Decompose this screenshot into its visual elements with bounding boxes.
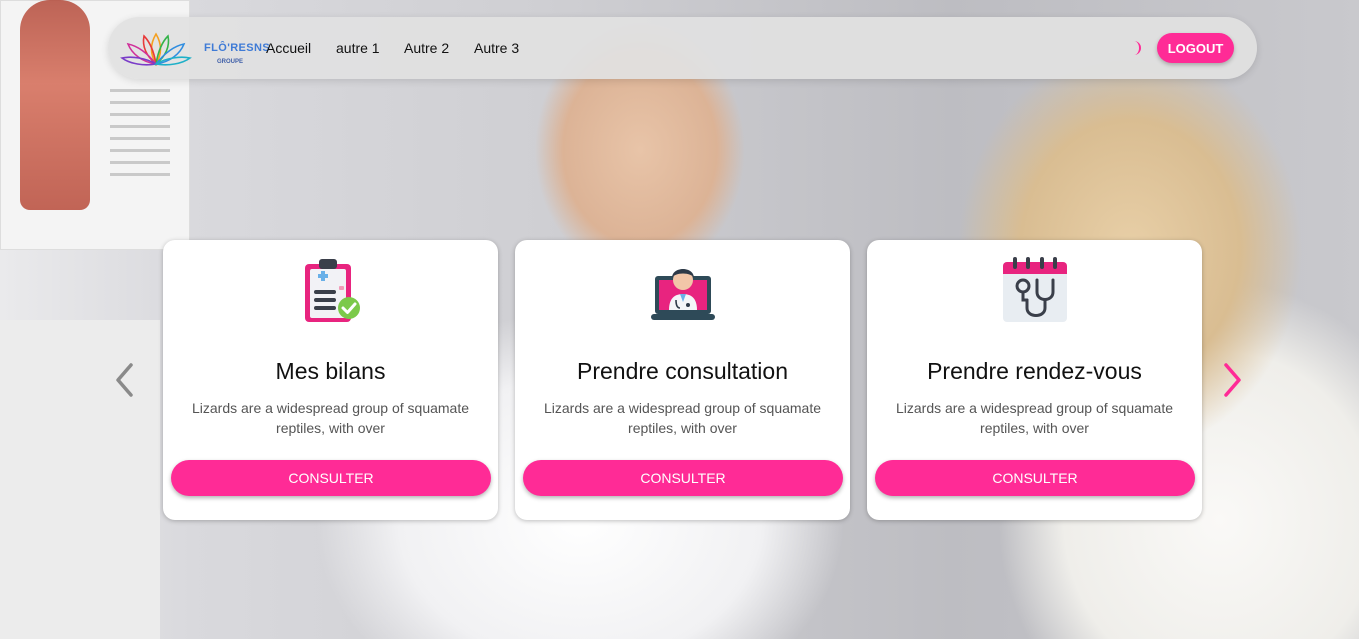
card-prendre-consultation: Prendre consultation Lizards are a wides…	[515, 240, 850, 520]
lotus-logo-icon	[120, 32, 192, 66]
card-description: Lizards are a widespread group of squama…	[895, 400, 1174, 436]
carousel-prev-button[interactable]	[113, 362, 137, 398]
nav-link-autre-2[interactable]: Autre 2	[404, 40, 449, 56]
carousel-next-button[interactable]	[1220, 362, 1244, 398]
card-title: Mes bilans	[275, 358, 386, 384]
logout-button[interactable]: LOGOUT	[1157, 33, 1234, 63]
consulter-button[interactable]: CONSULTER	[171, 460, 491, 496]
clipboard-report-icon	[305, 259, 360, 322]
card-description: Lizards are a widespread group of squama…	[191, 400, 470, 436]
consulter-button[interactable]: CONSULTER	[523, 460, 843, 496]
doctor-laptop-icon	[651, 269, 715, 320]
card-title: Prendre consultation	[577, 358, 788, 384]
chevron-right-icon	[1224, 363, 1241, 397]
calendar-stethoscope-icon	[1003, 257, 1067, 322]
nav-link-autre-1[interactable]: autre 1	[336, 40, 380, 56]
brand-logo[interactable]: FLÔ'RESNS GROUPE	[116, 26, 270, 70]
brand-subtitle: GROUPE	[217, 59, 244, 65]
card-mes-bilans: Mes bilans Lizards are a widespread grou…	[163, 240, 498, 520]
theme-toggle[interactable]	[1130, 40, 1144, 56]
moon-icon	[1134, 41, 1141, 55]
navbar: FLÔ'RESNS GROUPE Accueil autre 1 Autre 2…	[108, 17, 1257, 79]
chevron-left-icon	[116, 363, 133, 397]
brand-name: FLÔ'RESNS	[204, 42, 271, 54]
card-title: Prendre rendez-vous	[927, 358, 1142, 384]
card-description: Lizards are a widespread group of squama…	[543, 400, 822, 436]
nav-link-autre-3[interactable]: Autre 3	[474, 40, 519, 56]
card-prendre-rendez-vous: Prendre rendez-vous Lizards are a widesp…	[867, 240, 1202, 520]
consulter-button[interactable]: CONSULTER	[875, 460, 1195, 496]
nav-link-accueil[interactable]: Accueil	[266, 40, 311, 56]
